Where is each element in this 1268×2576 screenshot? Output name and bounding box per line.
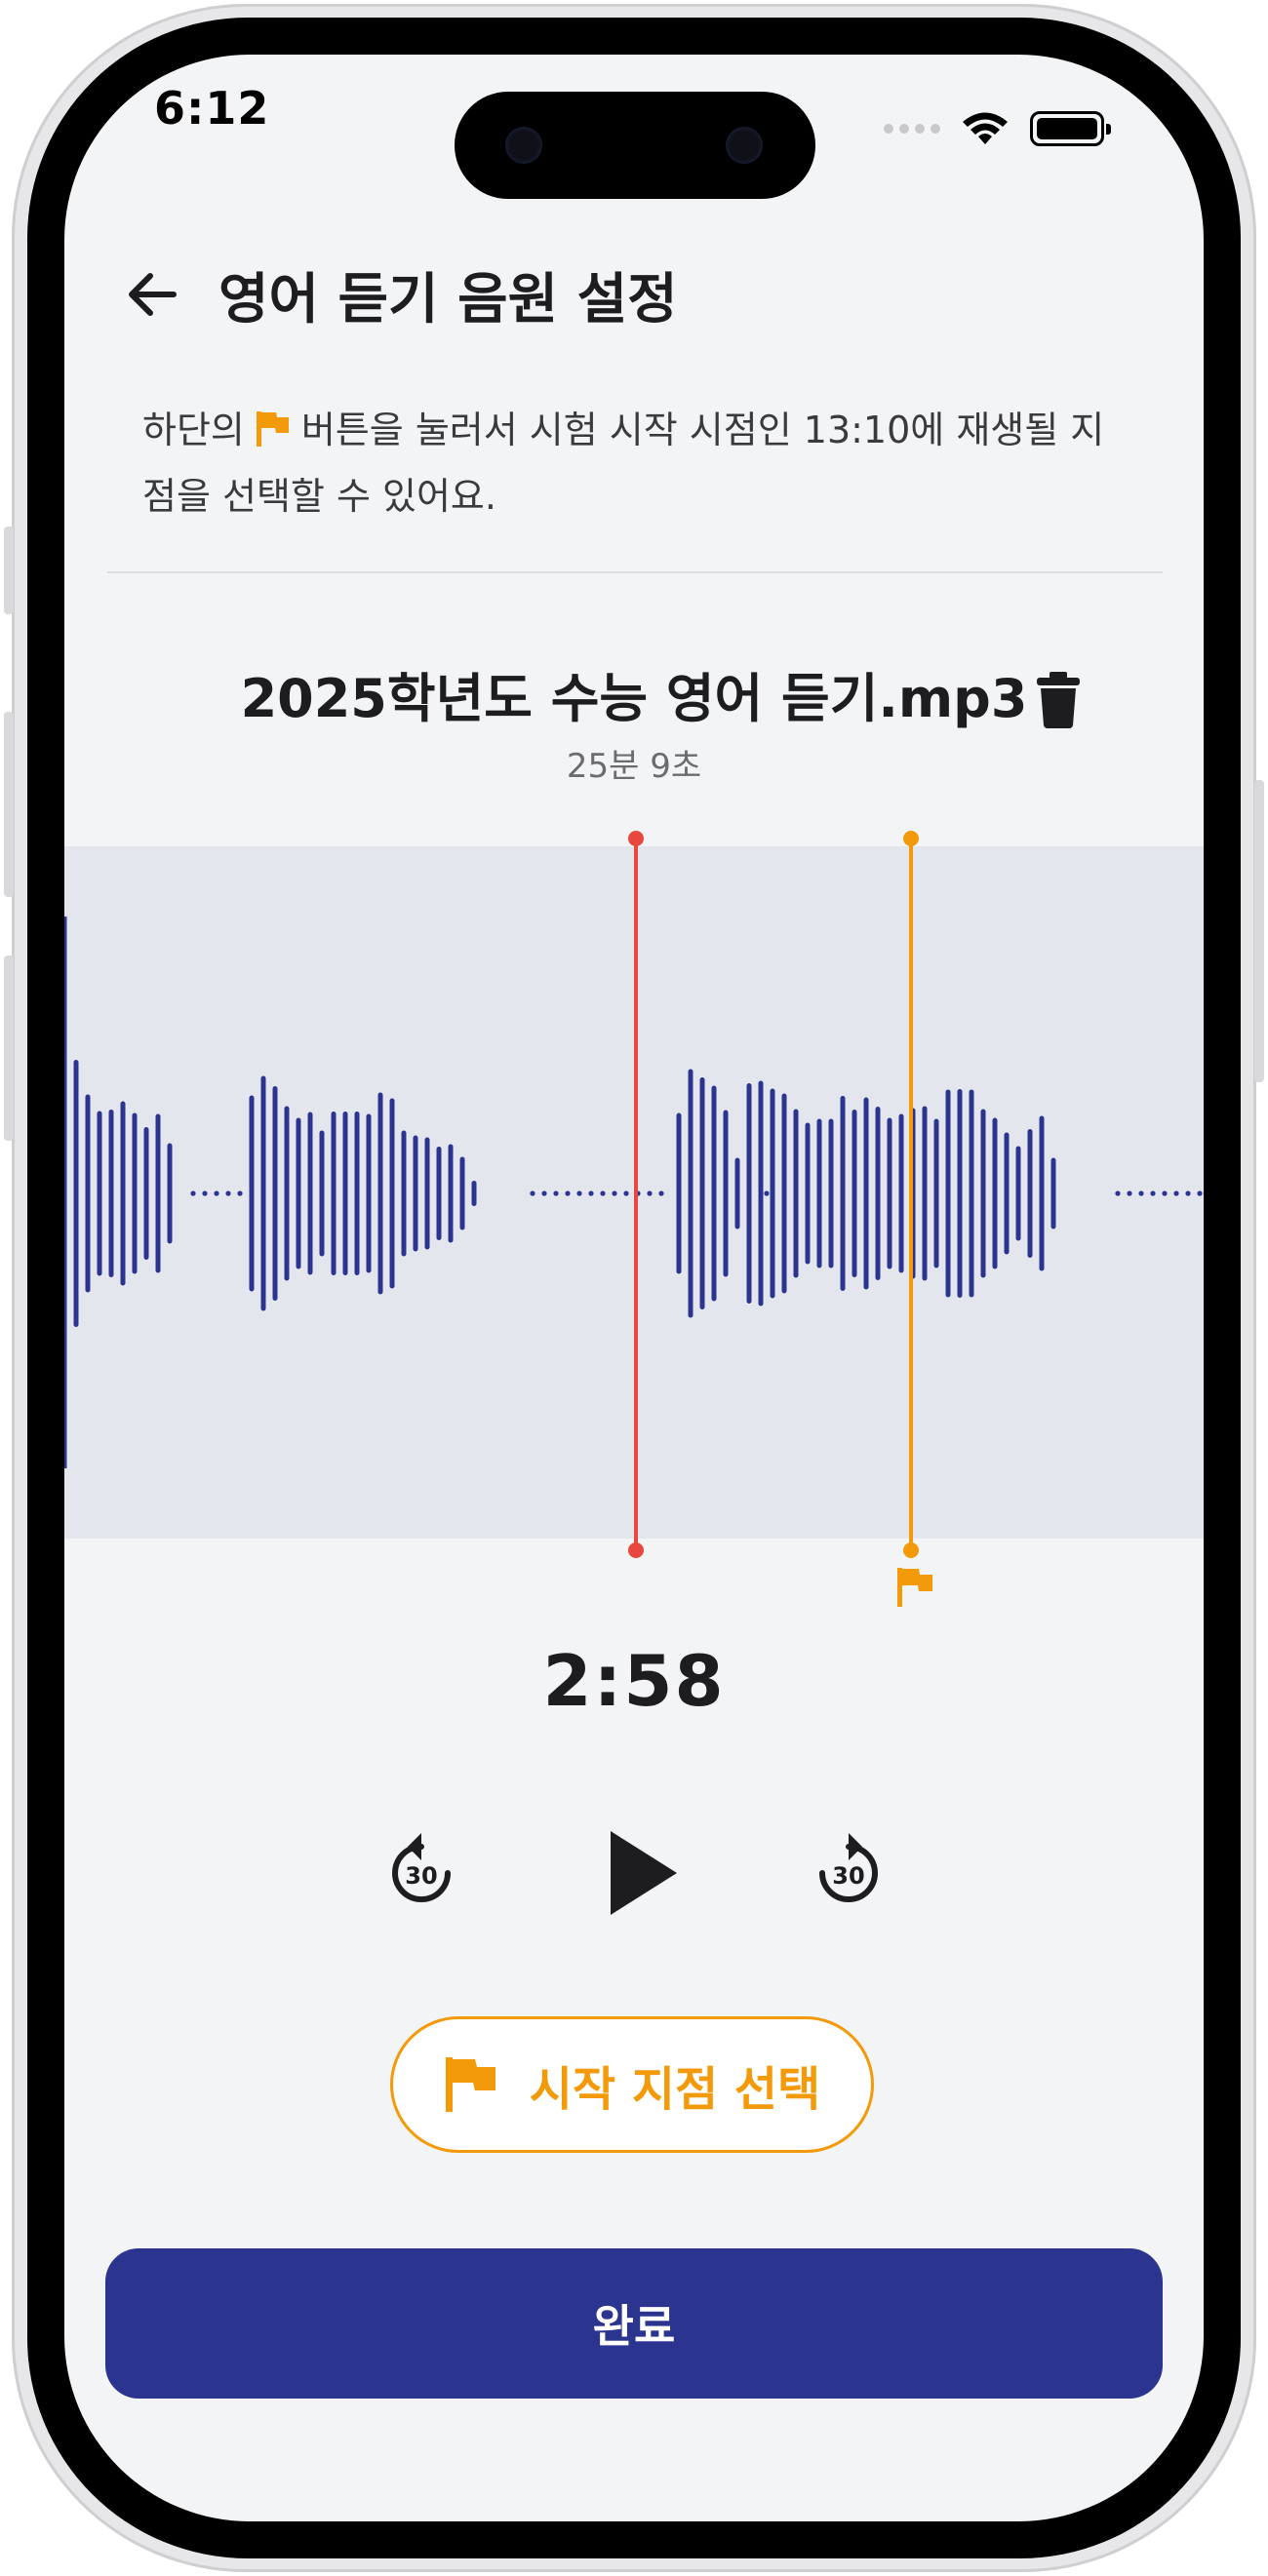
rewind-seconds: 30 <box>405 1862 437 1890</box>
battery-icon <box>1030 111 1111 146</box>
file-duration: 25분 9초 <box>566 747 702 786</box>
waveform-silence-dot <box>1138 1190 1144 1196</box>
forward-seconds: 30 <box>832 1862 864 1890</box>
start-marker-flag-icon <box>897 1568 932 1607</box>
waveform-silence-dot <box>1115 1190 1121 1196</box>
waveform-silence-dot <box>1197 1190 1203 1196</box>
side-button-power <box>1254 780 1264 1082</box>
info-text-before: 하단의 <box>142 409 245 451</box>
waveform[interactable] <box>64 819 1204 1628</box>
waveform-silence-dot <box>1173 1190 1179 1196</box>
waveform-silence-dot <box>647 1190 653 1196</box>
wifi-icon <box>963 112 1008 144</box>
forward-30-icon[interactable]: 30 <box>813 1829 884 1909</box>
cellular-signal-icon <box>884 124 940 134</box>
waveform-silence-dot <box>553 1190 559 1196</box>
side-button-action <box>4 527 14 614</box>
arrow-left-icon[interactable] <box>123 265 181 324</box>
start-marker-bottom-dot <box>903 1542 919 1558</box>
waveform-silence-dot <box>225 1190 231 1196</box>
waveform-silence-dot <box>541 1190 547 1196</box>
waveform-silence-dot <box>623 1190 629 1196</box>
waveform-silence-dot <box>588 1190 594 1196</box>
side-button-volume-down <box>4 956 14 1141</box>
camera-left-icon <box>505 127 542 164</box>
waveform-silence-dot <box>612 1190 617 1196</box>
flag-icon <box>255 406 292 466</box>
waveform-silence-dot <box>530 1190 535 1196</box>
waveform-silence-dot <box>202 1190 208 1196</box>
header: 영어 듣기 음원 설정 <box>123 255 678 333</box>
trash-icon[interactable] <box>1036 671 1081 729</box>
status-time: 6:12 <box>154 82 270 135</box>
playhead-bottom-dot <box>628 1542 644 1558</box>
done-button[interactable]: 완료 <box>105 2248 1163 2399</box>
waveform-silence-dot <box>576 1190 582 1196</box>
done-label: 완료 <box>592 2300 676 2353</box>
divider <box>107 571 1163 573</box>
flag-icon <box>445 2057 495 2112</box>
rewind-30-icon[interactable]: 30 <box>386 1829 456 1909</box>
waveform-silence-dot <box>1185 1190 1191 1196</box>
dynamic-island <box>455 92 815 199</box>
waveform-silence-dot <box>1162 1190 1168 1196</box>
waveform-silence-dot <box>1150 1190 1156 1196</box>
status-indicators <box>884 109 1111 148</box>
start-marker-top-dot <box>903 831 919 846</box>
playhead-top-dot <box>628 831 644 846</box>
waveform-silence-dot <box>190 1190 196 1196</box>
play-icon[interactable] <box>609 1829 679 1917</box>
waveform-silence-dot <box>1127 1190 1132 1196</box>
current-time: 2:58 <box>542 1640 726 1722</box>
start-point-button[interactable]: 시작 지점 선택 <box>390 2016 874 2153</box>
page-title: 영어 듣기 음원 설정 <box>218 267 678 332</box>
waveform-silence-dot <box>764 1190 770 1196</box>
waveform-silence-dot <box>565 1190 571 1196</box>
camera-right-icon <box>726 127 763 164</box>
waveform-silence-dot <box>600 1190 606 1196</box>
info-text: 하단의 버튼을 눌러서 시험 시작 시점인 13:10에 재생될 지점을 선택할 … <box>142 400 1137 527</box>
waveform-silence-dot <box>237 1190 243 1196</box>
start-point-label: 시작 지점 선택 <box>529 2062 821 2117</box>
waveform-silence-dot <box>214 1190 219 1196</box>
waveform-silence-dot <box>658 1190 664 1196</box>
file-name: 2025학년도 수능 영어 듣기.mp3 <box>240 667 1028 729</box>
